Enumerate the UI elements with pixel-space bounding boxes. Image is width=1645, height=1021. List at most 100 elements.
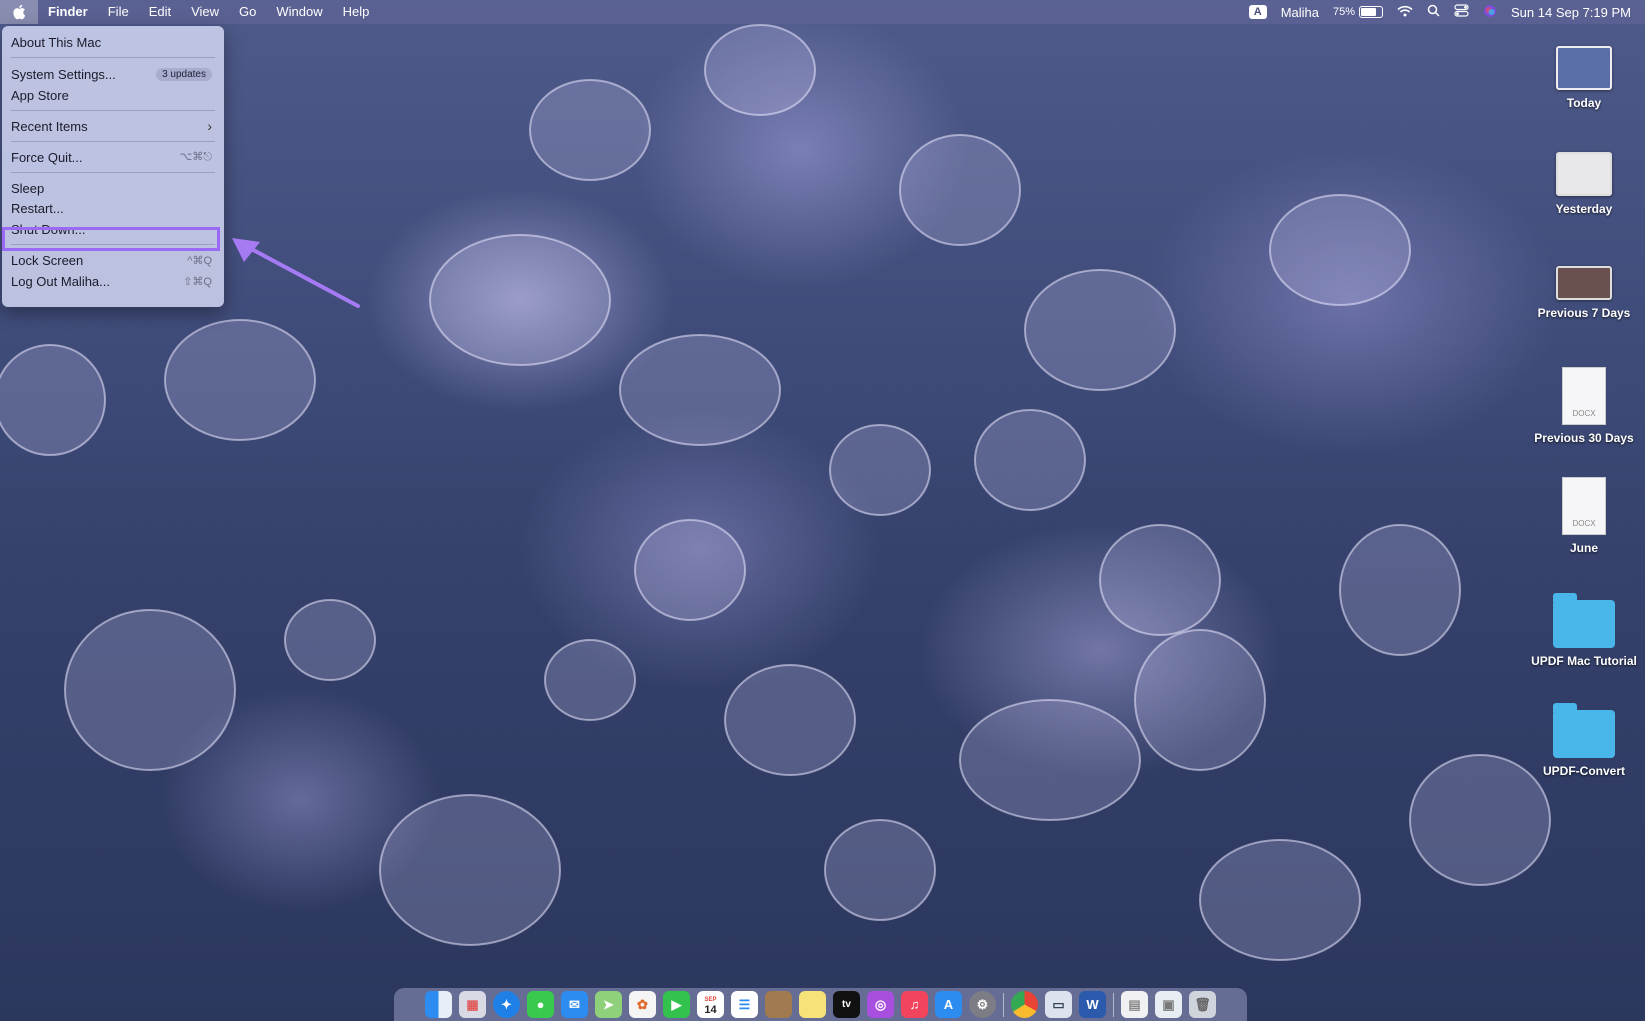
word-icon[interactable]: W: [1079, 991, 1106, 1018]
mail-icon[interactable]: ✉: [561, 991, 588, 1018]
launchpad-icon[interactable]: ▦: [459, 991, 486, 1018]
desktop-item-label: UPDF Mac Tutorial: [1531, 654, 1637, 668]
dock-divider: [1003, 992, 1004, 1017]
jellyfish-wallpaper: [0, 24, 1551, 961]
battery-percent: 75%: [1332, 6, 1356, 18]
menu-view[interactable]: View: [181, 0, 229, 24]
menu-separator: [11, 110, 215, 111]
desktop-item-june[interactable]: DOCX June: [1514, 477, 1645, 555]
desktop-item-yesterday[interactable]: Yesterday: [1514, 152, 1645, 216]
about-this-mac-item[interactable]: About This Mac: [11, 32, 212, 52]
screenshot-thumbnail-icon: [1556, 46, 1612, 90]
battery-icon: [1359, 6, 1384, 18]
file-type-tag: DOCX: [1572, 409, 1596, 418]
lock-screen-label: Lock Screen: [11, 252, 84, 268]
calendar-month: SEP: [704, 996, 717, 1003]
restart-label: Restart...: [11, 200, 64, 216]
user-menu[interactable]: Maliha: [1281, 5, 1319, 20]
control-center-icon[interactable]: [1454, 4, 1469, 20]
system-settings-label: System Settings...: [11, 66, 116, 82]
photos-icon[interactable]: ✿: [629, 991, 656, 1018]
app-name-menu[interactable]: Finder: [38, 0, 98, 24]
menu-help[interactable]: Help: [333, 0, 380, 24]
desktop-item-label: Yesterday: [1555, 202, 1613, 216]
desktop-item-previous-30-days[interactable]: DOCX Previous 30 Days: [1514, 367, 1645, 445]
desktop-item-previous-7-days[interactable]: Previous 7 Days: [1514, 266, 1645, 320]
desktop-item-label: UPDF-Convert: [1542, 764, 1625, 778]
notes-icon[interactable]: [799, 991, 826, 1018]
finder-icon[interactable]: [425, 991, 452, 1018]
date-time[interactable]: Sun 14 Sep 7:19 PM: [1511, 5, 1631, 20]
calendar-day: 14: [704, 1003, 717, 1016]
maps-icon[interactable]: ➤: [595, 991, 622, 1018]
folder-icon: [1553, 703, 1615, 758]
app-store-item[interactable]: App Store: [11, 85, 212, 105]
recent-items-label: Recent Items: [11, 118, 88, 134]
messages-icon[interactable]: ●: [527, 991, 554, 1018]
menu-separator: [11, 57, 215, 58]
force-quit-item[interactable]: Force Quit... ⌥⌘⎋: [11, 147, 212, 167]
battery-status[interactable]: 75%: [1332, 6, 1384, 18]
tv-icon[interactable]: tv: [833, 991, 860, 1018]
chevron-right-icon: ›: [207, 118, 212, 134]
lock-screen-item[interactable]: Lock Screen ^⌘Q: [11, 250, 212, 270]
desktop-item-label: Today: [1566, 96, 1602, 110]
folder-icon: [1553, 593, 1615, 648]
shut-down-highlight: [2, 227, 220, 251]
chrome-icon[interactable]: [1011, 991, 1038, 1018]
force-quit-shortcut: ⌥⌘⎋: [179, 151, 212, 163]
log-out-shortcut: ⇧⌘Q: [183, 275, 212, 288]
desktop-item-updf-mac-tutorial[interactable]: UPDF Mac Tutorial: [1514, 593, 1645, 668]
about-this-mac-label: About This Mac: [11, 34, 102, 50]
search-icon[interactable]: [1427, 4, 1440, 20]
menu-bar: Finder File Edit View Go Window Help A M…: [0, 0, 1645, 24]
menu-separator: [11, 141, 215, 142]
screenshot-thumbnail-icon: [1556, 266, 1612, 300]
desktop-item-label: Previous 7 Days: [1537, 306, 1631, 320]
browser-window-icon[interactable]: ▣: [1155, 991, 1182, 1018]
facetime-icon[interactable]: ▶: [663, 991, 690, 1018]
document-icon[interactable]: ▤: [1121, 991, 1148, 1018]
file-type-tag: DOCX: [1572, 519, 1596, 528]
music-icon[interactable]: ♫: [901, 991, 928, 1018]
system-settings-icon[interactable]: ⚙: [969, 991, 996, 1018]
sleep-item[interactable]: Sleep: [11, 178, 212, 198]
menu-file[interactable]: File: [98, 0, 139, 24]
lock-screen-shortcut: ^⌘Q: [187, 254, 212, 267]
app-store-icon[interactable]: A: [935, 991, 962, 1018]
restart-item[interactable]: Restart...: [11, 198, 212, 218]
log-out-label: Log Out Maliha...: [11, 273, 110, 289]
preview-icon[interactable]: ▭: [1045, 991, 1072, 1018]
system-settings-item[interactable]: System Settings... 3 updates: [11, 64, 212, 84]
notes-brown-icon[interactable]: [765, 991, 792, 1018]
safari-icon[interactable]: ✦: [493, 991, 520, 1018]
wifi-icon[interactable]: [1397, 5, 1413, 20]
apple-menu-icon[interactable]: [0, 0, 38, 24]
podcasts-icon[interactable]: ◎: [867, 991, 894, 1018]
menu-go[interactable]: Go: [229, 0, 266, 24]
force-quit-label: Force Quit...: [11, 149, 83, 165]
menu-window[interactable]: Window: [266, 0, 332, 24]
calendar-icon[interactable]: SEP 14: [697, 991, 724, 1018]
siri-icon[interactable]: [1483, 4, 1497, 21]
sleep-label: Sleep: [11, 180, 45, 196]
log-out-item[interactable]: Log Out Maliha... ⇧⌘Q: [11, 271, 212, 291]
desktop-item-updf-convert[interactable]: UPDF-Convert: [1514, 703, 1645, 778]
docx-file-icon: DOCX: [1562, 367, 1606, 425]
recent-items-item[interactable]: Recent Items ›: [11, 116, 212, 136]
desktop-item-today[interactable]: Today: [1514, 46, 1645, 110]
app-store-label: App Store: [11, 87, 69, 103]
menu-edit[interactable]: Edit: [139, 0, 181, 24]
input-source-icon[interactable]: A: [1248, 5, 1267, 19]
docx-file-icon: DOCX: [1562, 477, 1606, 535]
trash-icon[interactable]: 🗑: [1189, 991, 1216, 1018]
updates-badge: 3 updates: [156, 67, 212, 81]
annotation-arrow-icon: [232, 238, 360, 308]
dock-divider: [1113, 992, 1114, 1017]
apple-menu-dropdown: About This Mac System Settings... 3 upda…: [2, 26, 224, 307]
battery-fill: [1361, 8, 1377, 16]
reminders-icon[interactable]: ☰: [731, 991, 758, 1018]
screenshot-thumbnail-icon: [1556, 152, 1612, 196]
desktop-item-label: Previous 30 Days: [1534, 431, 1634, 445]
desktop-item-label: June: [1569, 541, 1598, 555]
